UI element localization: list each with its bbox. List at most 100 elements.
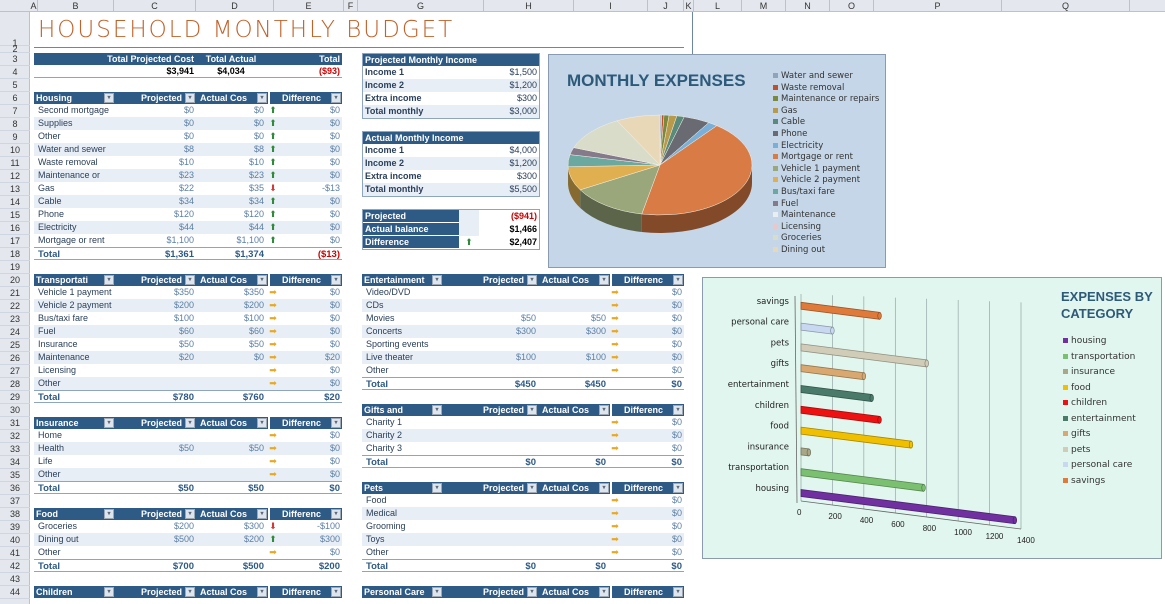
actual-cell[interactable]: $50 <box>538 312 608 325</box>
bar-transportation[interactable] <box>800 468 924 492</box>
total-projected[interactable]: $1,361 <box>116 248 196 260</box>
filter-dropdown-button[interactable]: ▾ <box>104 418 114 428</box>
difference-cell[interactable]: $0 <box>280 286 342 299</box>
row-header-28[interactable]: 28 <box>0 378 30 391</box>
total-actual[interactable]: $1,374 <box>196 248 266 260</box>
total-difference[interactable]: $200 <box>280 560 342 572</box>
filter-dropdown-button[interactable]: ▾ <box>331 587 341 597</box>
difference-cell[interactable]: $0 <box>280 156 342 169</box>
projected-cell[interactable]: $0 <box>116 130 196 143</box>
row-label[interactable]: Live theater <box>362 351 458 364</box>
bar-entertainment[interactable] <box>800 385 873 402</box>
actual-cell[interactable]: $100 <box>538 351 608 364</box>
row-header-37[interactable]: 37 <box>0 495 30 508</box>
row-header-42[interactable]: 42 <box>0 560 30 573</box>
total-difference[interactable]: $0 <box>622 560 684 572</box>
difference-cell[interactable]: $0 <box>622 416 684 429</box>
actual-cell[interactable] <box>196 546 266 559</box>
row-header-7[interactable]: 7 <box>0 105 30 118</box>
projected-cell[interactable]: $23 <box>116 169 196 182</box>
filter-dropdown-button[interactable]: ▾ <box>527 483 537 493</box>
difference-cell[interactable]: $0 <box>280 221 342 234</box>
total-difference[interactable]: $0 <box>622 378 684 390</box>
row-label[interactable]: Waste removal <box>34 156 116 169</box>
income-value[interactable]: $1,200 <box>509 79 537 92</box>
projected-cell[interactable]: $60 <box>116 325 196 338</box>
column-header-D[interactable]: D <box>196 0 274 12</box>
income-value[interactable]: $300 <box>517 92 537 105</box>
projected-cell[interactable] <box>458 533 538 546</box>
filter-dropdown-button[interactable]: ▾ <box>257 418 267 428</box>
filter-dropdown-button[interactable]: ▾ <box>673 405 683 415</box>
row-label[interactable]: Home <box>34 429 116 442</box>
row-header-24[interactable]: 24 <box>0 326 30 339</box>
summary-actual-value[interactable]: $4,034 <box>196 65 266 77</box>
actual-cell[interactable] <box>538 429 608 442</box>
projected-cell[interactable] <box>458 338 538 351</box>
filter-dropdown-button[interactable]: ▾ <box>104 509 114 519</box>
row-header-38[interactable]: 38 <box>0 508 30 521</box>
row-label[interactable]: Food <box>362 494 458 507</box>
row-label[interactable]: Cable <box>34 195 116 208</box>
row-header-12[interactable]: 12 <box>0 170 30 183</box>
filter-dropdown-button[interactable]: ▾ <box>527 587 537 597</box>
projected-cell[interactable]: $50 <box>116 442 196 455</box>
projected-cell[interactable]: $200 <box>116 299 196 312</box>
difference-cell[interactable]: $0 <box>280 429 342 442</box>
difference-cell[interactable]: $0 <box>622 520 684 533</box>
row-label[interactable]: Charity 3 <box>362 442 458 455</box>
difference-cell[interactable]: $0 <box>622 546 684 559</box>
projected-cell[interactable] <box>458 286 538 299</box>
total-actual[interactable]: $50 <box>196 482 266 494</box>
row-label[interactable]: Other <box>34 377 116 390</box>
income-value[interactable]: $4,000 <box>509 144 537 157</box>
difference-cell[interactable]: $0 <box>622 338 684 351</box>
actual-cell[interactable]: $50 <box>196 442 266 455</box>
projected-cell[interactable]: $34 <box>116 195 196 208</box>
difference-cell[interactable]: $0 <box>622 312 684 325</box>
projected-cell[interactable]: $50 <box>116 338 196 351</box>
row-label[interactable]: CDs <box>362 299 458 312</box>
difference-cell[interactable]: $0 <box>622 299 684 312</box>
projected-cell[interactable]: $22 <box>116 182 196 195</box>
row-header-21[interactable]: 21 <box>0 287 30 300</box>
column-header-B[interactable]: B <box>38 0 114 12</box>
difference-cell[interactable]: $0 <box>280 442 342 455</box>
row-label[interactable]: Other <box>362 546 458 559</box>
actual-cell[interactable] <box>538 299 608 312</box>
projected-cell[interactable] <box>458 429 538 442</box>
actual-cell[interactable]: $200 <box>196 533 266 546</box>
row-header-35[interactable]: 35 <box>0 469 30 482</box>
row-label[interactable]: Fuel <box>34 325 116 338</box>
income-value[interactable]: $300 <box>517 170 537 183</box>
row-header-39[interactable]: 39 <box>0 521 30 534</box>
row-label[interactable]: Vehicle 1 payment <box>34 286 116 299</box>
projected-cell[interactable] <box>116 468 196 481</box>
difference-cell[interactable]: $0 <box>280 455 342 468</box>
row-header-16[interactable]: 16 <box>0 222 30 235</box>
row-label[interactable]: Gas <box>34 182 116 195</box>
total-actual[interactable]: $500 <box>196 560 266 572</box>
row-label[interactable]: Supplies <box>34 117 116 130</box>
difference-cell[interactable]: $20 <box>280 351 342 364</box>
difference-cell[interactable]: $0 <box>622 507 684 520</box>
actual-cell[interactable]: $300 <box>196 520 266 533</box>
total-projected[interactable]: $50 <box>116 482 196 494</box>
bar-children[interactable] <box>800 405 880 424</box>
row-header-34[interactable]: 34 <box>0 456 30 469</box>
row-header-20[interactable]: 20 <box>0 274 30 287</box>
row-header-10[interactable]: 10 <box>0 144 30 157</box>
row-label[interactable]: Health <box>34 442 116 455</box>
row-label[interactable]: Mortgage or rent <box>34 234 116 247</box>
total-projected[interactable]: $0 <box>458 560 538 572</box>
row-label[interactable]: Concerts <box>362 325 458 338</box>
balance-value[interactable]: $2,407 <box>479 236 539 249</box>
total-projected[interactable]: $0 <box>458 456 538 468</box>
difference-cell[interactable]: $0 <box>622 351 684 364</box>
filter-dropdown-button[interactable]: ▾ <box>432 587 442 597</box>
row-header-32[interactable]: 32 <box>0 430 30 443</box>
projected-cell[interactable] <box>458 364 538 377</box>
column-header-C[interactable]: C <box>114 0 196 12</box>
difference-cell[interactable]: $0 <box>280 104 342 117</box>
balance-value[interactable]: ($941) <box>479 210 539 223</box>
